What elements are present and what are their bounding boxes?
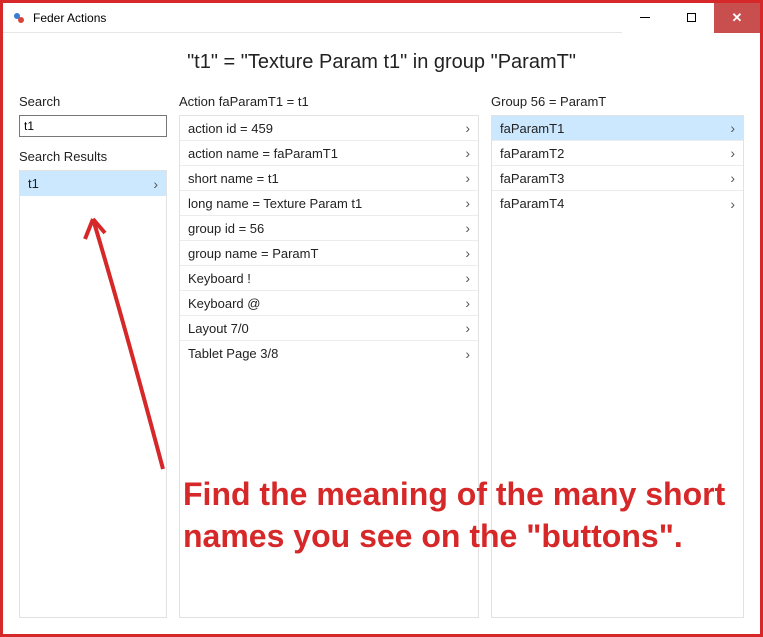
app-icon xyxy=(11,10,27,26)
chevron-right-icon: › xyxy=(459,295,470,311)
chevron-right-icon: › xyxy=(459,120,470,136)
action-item-label: Tablet Page 3/8 xyxy=(188,346,459,361)
action-item-label: action name = faParamT1 xyxy=(188,146,459,161)
group-column: Group 56 = ParamT faParamT1›faParamT2›fa… xyxy=(491,94,744,618)
search-column: Search Search Results t1› xyxy=(19,94,167,618)
minimize-button[interactable] xyxy=(622,3,668,33)
action-item[interactable]: Tablet Page 3/8› xyxy=(180,341,478,366)
action-item[interactable]: long name = Texture Param t1› xyxy=(180,191,478,216)
action-item-label: short name = t1 xyxy=(188,171,459,186)
group-list: faParamT1›faParamT2›faParamT3›faParamT4› xyxy=(491,115,744,618)
group-header: Group 56 = ParamT xyxy=(491,94,744,115)
action-item-label: group id = 56 xyxy=(188,221,459,236)
window-title: Feder Actions xyxy=(33,11,106,25)
action-header: Action faParamT1 = t1 xyxy=(179,94,479,115)
action-item[interactable]: short name = t1› xyxy=(180,166,478,191)
action-item[interactable]: action name = faParamT1› xyxy=(180,141,478,166)
action-list: action id = 459›action name = faParamT1›… xyxy=(179,115,479,618)
page-heading: "t1" = "Texture Param t1" in group "Para… xyxy=(3,33,760,94)
action-item-label: Layout 7/0 xyxy=(188,321,459,336)
chevron-right-icon: › xyxy=(459,145,470,161)
chevron-right-icon: › xyxy=(724,120,735,136)
search-result-item-label: t1 xyxy=(28,176,147,191)
group-item-label: faParamT4 xyxy=(500,196,724,211)
chevron-right-icon: › xyxy=(459,270,470,286)
search-results-list: t1› xyxy=(19,170,167,618)
chevron-right-icon: › xyxy=(459,195,470,211)
action-column: Action faParamT1 = t1 action id = 459›ac… xyxy=(179,94,479,618)
group-item-label: faParamT1 xyxy=(500,121,724,136)
group-item[interactable]: faParamT3› xyxy=(492,166,743,191)
action-item-label: action id = 459 xyxy=(188,121,459,136)
chevron-right-icon: › xyxy=(459,220,470,236)
chevron-right-icon: › xyxy=(459,170,470,186)
action-item[interactable]: Keyboard !› xyxy=(180,266,478,291)
search-results-label: Search Results xyxy=(19,149,167,170)
group-item-label: faParamT2 xyxy=(500,146,724,161)
action-item-label: long name = Texture Param t1 xyxy=(188,196,459,211)
action-item[interactable]: Layout 7/0› xyxy=(180,316,478,341)
group-item[interactable]: faParamT4› xyxy=(492,191,743,216)
chevron-right-icon: › xyxy=(459,245,470,261)
chevron-right-icon: › xyxy=(459,320,470,336)
chevron-right-icon: › xyxy=(724,196,735,212)
search-label: Search xyxy=(19,94,167,115)
action-item[interactable]: action id = 459› xyxy=(180,116,478,141)
close-button[interactable]: ✕ xyxy=(714,3,760,33)
action-item-label: Keyboard ! xyxy=(188,271,459,286)
chevron-right-icon: › xyxy=(724,145,735,161)
group-item[interactable]: faParamT2› xyxy=(492,141,743,166)
group-item-label: faParamT3 xyxy=(500,171,724,186)
titlebar: Feder Actions ✕ xyxy=(3,3,760,33)
chevron-right-icon: › xyxy=(459,346,470,362)
action-item[interactable]: Keyboard @› xyxy=(180,291,478,316)
search-input[interactable] xyxy=(19,115,167,137)
action-item-label: Keyboard @ xyxy=(188,296,459,311)
maximize-button[interactable] xyxy=(668,3,714,33)
chevron-right-icon: › xyxy=(147,176,158,192)
action-item-label: group name = ParamT xyxy=(188,246,459,261)
action-item[interactable]: group name = ParamT› xyxy=(180,241,478,266)
action-item[interactable]: group id = 56› xyxy=(180,216,478,241)
search-result-item[interactable]: t1› xyxy=(20,171,166,196)
group-item[interactable]: faParamT1› xyxy=(492,116,743,141)
chevron-right-icon: › xyxy=(724,170,735,186)
